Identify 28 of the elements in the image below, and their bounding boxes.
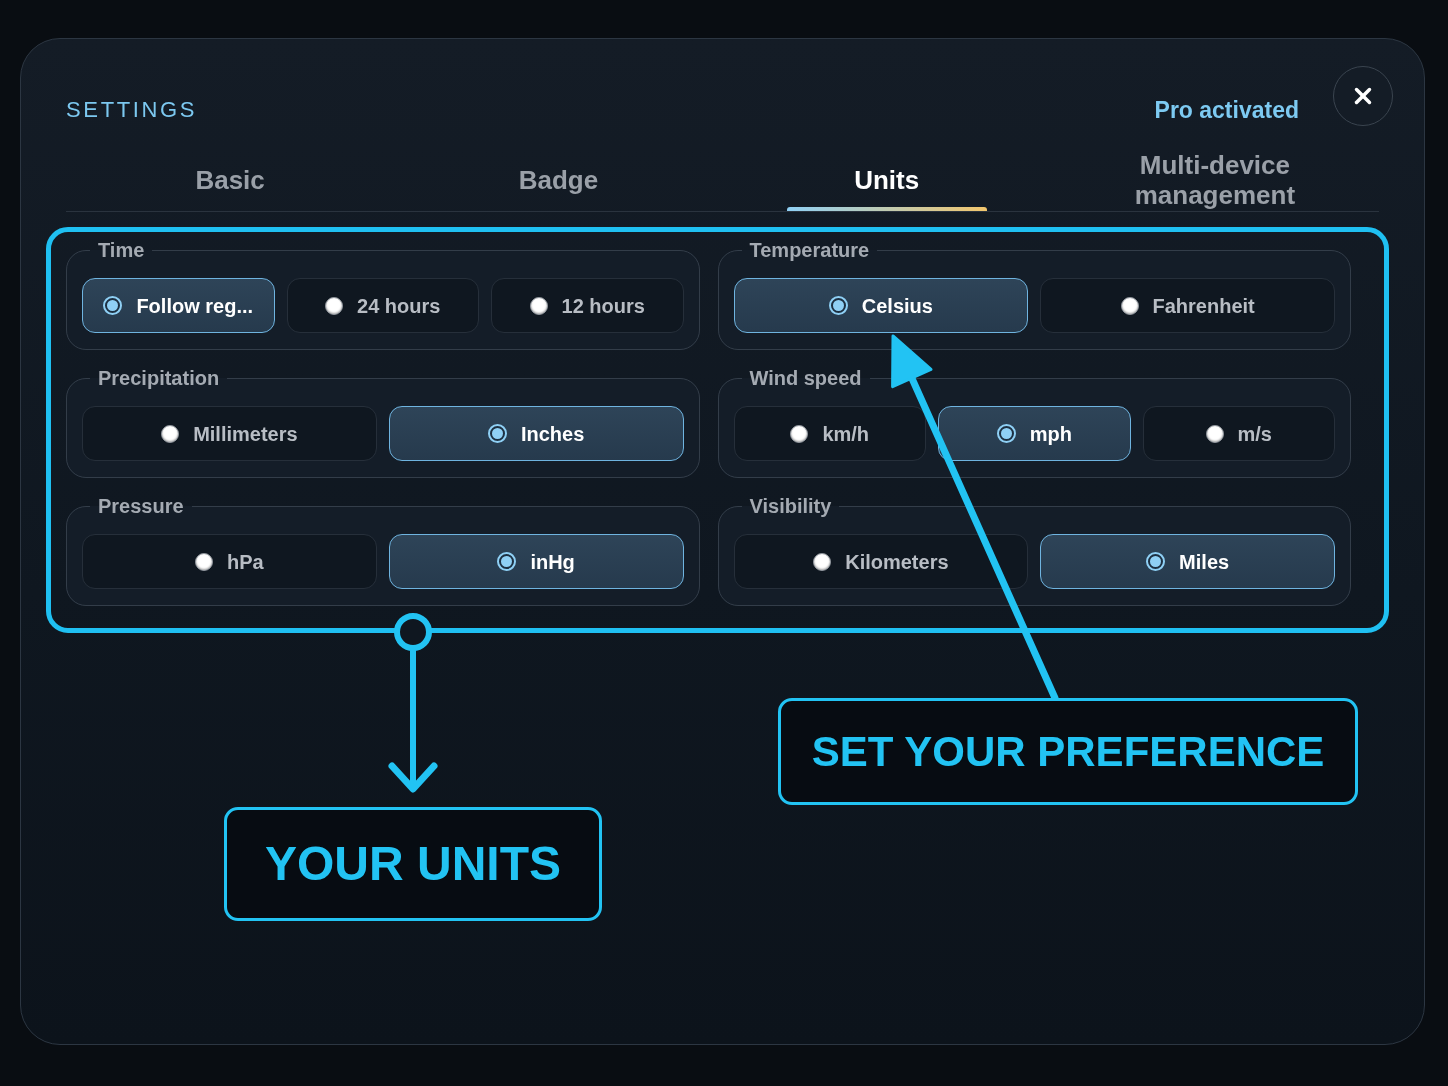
panel-title: SETTINGS (66, 96, 198, 124)
group-label: Wind speed (748, 366, 863, 390)
group-label: Pressure (97, 494, 185, 518)
option-button[interactable]: mph (938, 406, 1131, 461)
callout-label: SET YOUR PREFERENCE (778, 698, 1358, 805)
group-label: Time (97, 238, 146, 262)
option-button[interactable]: Miles (1040, 534, 1335, 589)
option-button[interactable]: Inches (388, 406, 684, 461)
option-button[interactable]: Celsius (733, 278, 1029, 333)
tab[interactable]: Basic (66, 145, 395, 211)
tab[interactable]: Multi-device management (1050, 145, 1379, 211)
option-button[interactable]: inHg (388, 534, 684, 589)
callout-label: YOUR UNITS (224, 807, 602, 921)
tab[interactable]: Badge (394, 145, 723, 211)
option-button[interactable]: m/s (1142, 406, 1335, 461)
option-button[interactable]: Millimeters (82, 406, 377, 461)
pro-status: Pro activated (1154, 96, 1299, 124)
tab[interactable]: Units (722, 145, 1051, 211)
option-button[interactable]: Fahrenheit (1040, 278, 1335, 333)
option-button[interactable]: Follow reg... (82, 278, 275, 333)
option-button[interactable]: km/h (733, 406, 926, 461)
group-label: Temperature (748, 238, 871, 262)
group-label: Visibility (748, 494, 833, 518)
option-button[interactable]: 12 hours (491, 278, 684, 333)
option-button[interactable]: Kilometers (733, 534, 1029, 589)
option-button[interactable]: hPa (82, 534, 377, 589)
option-button[interactable]: 24 hours (286, 278, 479, 333)
group-label: Precipitation (97, 366, 221, 390)
